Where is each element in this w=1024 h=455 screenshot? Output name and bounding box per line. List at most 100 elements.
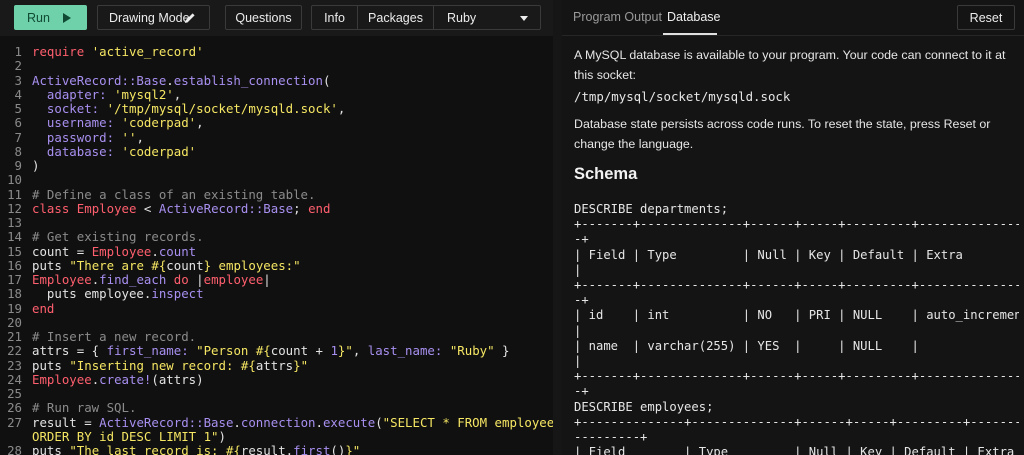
line-number: 16 — [7, 257, 22, 273]
schema-line: +-------+--------------+------+-----+---… — [574, 278, 1019, 292]
line-number: 1 — [14, 44, 22, 59]
code-text: count = Employee.count — [32, 243, 197, 259]
line-number: 20 — [7, 314, 22, 330]
panel-divider[interactable] — [553, 0, 562, 455]
line-number: 7 — [14, 129, 22, 145]
line-number: 24 — [7, 371, 22, 387]
intro-text: A MySQL database is available to your pr… — [574, 48, 1006, 82]
schema-line: +-------+--------------+------+-----+---… — [574, 217, 1019, 232]
code-text: adapter: 'mysql2', — [46, 86, 182, 102]
schema-line: -+ — [574, 232, 589, 247]
code-text: puts "Inserting new record: #{attrs}" — [32, 357, 309, 373]
socket-path: /tmp/mysql/socket/mysqld.sock — [574, 89, 791, 104]
schema-line: DESCRIBE departments; — [574, 202, 729, 216]
line-number: 22 — [7, 343, 22, 359]
line-number: 19 — [7, 300, 22, 316]
packages-button[interactable]: Packages — [358, 6, 434, 29]
code-text: username: 'coderpad', — [46, 115, 204, 131]
line-number: 5 — [14, 101, 22, 116]
right-panel-tabs: Program Output Database Reset — [562, 0, 1024, 36]
line-number: 14 — [7, 229, 22, 245]
line-number: 9 — [14, 158, 22, 173]
code-text: puts employee.inspect — [32, 286, 204, 302]
schema-line: | Field | Type | Null | Key | Default | … — [574, 247, 963, 262]
persist-text: Database state persists across code runs… — [574, 117, 991, 151]
run-button[interactable]: Run — [14, 5, 87, 30]
line-number: 25 — [7, 386, 22, 401]
line-number: 23 — [7, 357, 22, 373]
line-number: 3 — [14, 72, 22, 88]
line-number: 8 — [14, 143, 22, 159]
run-label: Run — [27, 10, 50, 25]
schema-line: | — [574, 354, 582, 368]
code-text: attrs = { first_name: "Person #{count + … — [32, 343, 510, 359]
line-number: 2 — [14, 58, 22, 74]
code-text: Employee.create!(attrs) — [32, 371, 204, 387]
schema-heading: Schema — [574, 165, 638, 183]
code-text: ) — [32, 158, 40, 173]
schema-line: | — [574, 323, 582, 338]
editor-toolbar: Run Drawing Mode Questions Info Packages… — [0, 0, 553, 36]
line-number: 6 — [14, 115, 22, 131]
schema-line: -+ — [574, 384, 589, 399]
line-number: 12 — [7, 200, 22, 216]
code-text: puts "There are #{count} employees:" — [32, 257, 301, 273]
schema-line: +--------------+--------------+------+--… — [574, 414, 1019, 429]
active-tab-indicator — [663, 33, 717, 35]
line-number: 10 — [7, 172, 22, 188]
line-number: 17 — [7, 272, 22, 287]
language-value: Ruby — [447, 10, 477, 25]
code-text: # Define a class of an existing table. — [32, 186, 316, 202]
questions-label: Questions — [235, 10, 292, 25]
line-number: 26 — [7, 400, 22, 416]
questions-button[interactable]: Questions — [225, 5, 302, 30]
line-number: 11 — [7, 186, 22, 202]
code-text: puts "The last record is: #{result.first… — [32, 443, 361, 455]
schema-line: | — [574, 262, 582, 277]
right-panel: Program Output Database Reset A MySQL da… — [562, 0, 1024, 455]
code-text: require 'active_record' — [32, 44, 204, 59]
line-number: 21 — [7, 329, 22, 344]
line-number: 28 — [7, 443, 22, 455]
drawing-mode-button[interactable]: Drawing Mode — [97, 5, 210, 30]
schema-line: | Field | Type | Null | Key | Default | … — [574, 445, 1015, 455]
code-text: ActiveRecord::Base.establish_connection( — [32, 72, 331, 88]
code-text: # Insert a new record. — [32, 329, 197, 344]
schema-line: ---------+ — [574, 430, 648, 444]
packages-label: Packages — [368, 10, 423, 25]
code-text: # Run raw SQL. — [32, 400, 137, 416]
schema-line: | name | varchar(255) | YES | | NULL | — [574, 338, 919, 353]
schema-line: | id | int | NO | PRI | NULL | auto_incr… — [574, 308, 1019, 323]
play-icon — [63, 13, 71, 23]
database-info: A MySQL database is available to your pr… — [574, 36, 1019, 455]
code-text: database: 'coderpad' — [46, 143, 197, 159]
schema-line: +-------+--------------+------+-----+---… — [574, 369, 1019, 384]
line-number: 15 — [7, 243, 22, 259]
line-number: 4 — [14, 86, 22, 102]
code-text: socket: '/tmp/mysql/socket/mysqld.sock', — [46, 101, 346, 116]
pencil-icon — [185, 13, 195, 23]
line-number: 13 — [7, 215, 22, 230]
code-editor[interactable]: 1 require 'active_record'2 3 ActiveRecord::… — [0, 36, 562, 455]
tab-program-output[interactable]: Program Output — [573, 10, 662, 24]
code-text: # Get existing records. — [32, 229, 204, 245]
line-number: 27 — [7, 414, 22, 430]
language-select[interactable]: Ruby — [434, 6, 540, 29]
code-text: class Employee < ActiveRecord::Base; end — [32, 200, 331, 216]
toolbar-button-group: Info Packages Ruby — [311, 5, 541, 30]
code-text: password: '', — [46, 129, 144, 145]
reset-label: Reset — [969, 10, 1003, 25]
chevron-down-icon — [520, 16, 528, 21]
code-text: result = ActiveRecord::Base.connection.e… — [32, 414, 562, 430]
code-text: end — [32, 300, 55, 316]
schema-line: DESCRIBE employees; — [574, 399, 714, 414]
line-number: 18 — [7, 286, 22, 302]
reset-button[interactable]: Reset — [957, 5, 1015, 30]
info-button[interactable]: Info — [312, 6, 358, 29]
info-label: Info — [324, 10, 345, 25]
drawing-mode-label: Drawing Mode — [109, 10, 190, 25]
tab-database[interactable]: Database — [667, 10, 721, 24]
code-text: ORDER BY id DESC LIMIT 1") — [32, 428, 226, 444]
code-text: Employee.find_each do |employee| — [32, 272, 271, 287]
schema-line: -+ — [574, 293, 589, 308]
